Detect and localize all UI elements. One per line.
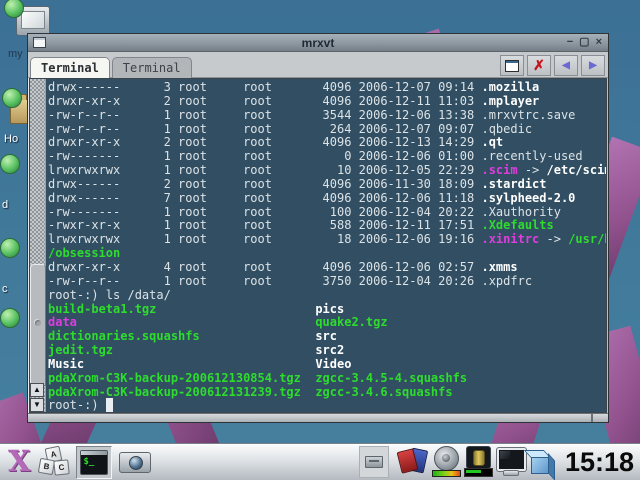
new-tab-button[interactable] bbox=[500, 55, 524, 76]
volume-level-bar bbox=[432, 470, 461, 477]
volume-icon[interactable] bbox=[431, 446, 461, 478]
terminal-line: root-:) bbox=[48, 399, 606, 412]
green-sphere-icon bbox=[2, 88, 22, 108]
new-tab-icon bbox=[505, 60, 519, 72]
tab-terminal-1[interactable]: Terminal bbox=[30, 57, 110, 79]
scrollbar-thumb[interactable] bbox=[30, 264, 46, 386]
screenshot-launcher-icon[interactable] bbox=[119, 452, 151, 473]
scroll-down-button[interactable]: ▼ bbox=[30, 398, 44, 412]
minimize-button[interactable]: − bbox=[567, 37, 573, 48]
tab-terminal-2[interactable]: Terminal bbox=[112, 57, 192, 79]
green-sphere-icon bbox=[0, 154, 20, 174]
terminal-line: /obsession bbox=[48, 247, 606, 261]
monitor-screen-icon bbox=[497, 448, 526, 471]
prev-tab-button[interactable]: ◀ bbox=[554, 55, 578, 76]
close-tab-button[interactable]: ✗ bbox=[527, 55, 551, 76]
memory-cards-icon[interactable] bbox=[397, 447, 427, 477]
terminal-line: root-:) ls /data/ bbox=[48, 289, 606, 303]
terminal-line: -rwxr-xr-x 1 root root 588 2006-12-11 17… bbox=[48, 219, 606, 233]
resize-grip[interactable] bbox=[591, 414, 608, 422]
green-sphere-icon bbox=[0, 238, 20, 258]
green-sphere-icon bbox=[0, 308, 20, 328]
battery-level-bar bbox=[464, 468, 493, 477]
battery-icon[interactable] bbox=[463, 446, 493, 478]
mrxvt-window: mrxvt − ▢ × TerminalTerminal ✗ ◀ ▶ bbox=[27, 33, 609, 423]
scrollbar-dimple bbox=[35, 320, 41, 326]
terminal-line: data quake2.tgz bbox=[48, 316, 606, 330]
next-tab-button[interactable]: ▶ bbox=[581, 55, 605, 76]
window-title: mrxvt bbox=[28, 36, 608, 50]
battery-body-icon bbox=[466, 446, 491, 469]
terminal-line: -rw------- 1 root root 0 2006-12-06 01:0… bbox=[48, 150, 606, 164]
terminal-line: pdaXrom-C3K-backup-200612131239.tgz zgcc… bbox=[48, 386, 606, 400]
window-bottom-border[interactable] bbox=[28, 413, 608, 422]
x11-launcher-icon[interactable]: X bbox=[8, 447, 31, 476]
desktop: myHodc mrxvt − ▢ × TerminalTerminal ✗ ◀ … bbox=[0, 0, 640, 480]
scroll-up-button[interactable]: ▲ bbox=[30, 383, 44, 397]
terminal-line: build-beta1.tgz pics bbox=[48, 303, 606, 317]
terminal-line: drwx------ 3 root root 4096 2006-12-07 0… bbox=[48, 81, 606, 95]
terminal-line: drwx------ 7 root root 4096 2006-12-06 1… bbox=[48, 192, 606, 206]
terminal-line: -rw-r--r-- 1 root root 3544 2006-12-06 1… bbox=[48, 109, 606, 123]
cube-icon bbox=[531, 455, 550, 474]
terminal-line: -rw-r--r-- 1 root root 264 2006-12-07 09… bbox=[48, 123, 606, 137]
terminal-line: lrwxrwxrwx 1 root root 10 2006-12-05 22:… bbox=[48, 164, 606, 178]
taskbar-clock: 15:18 bbox=[565, 447, 634, 477]
package-icon[interactable] bbox=[527, 447, 557, 477]
terminal-cursor bbox=[106, 398, 113, 412]
speaker-icon bbox=[434, 446, 459, 471]
terminal-line: drwxr-xr-x 4 root root 4096 2006-12-06 0… bbox=[48, 261, 606, 275]
terminal-content[interactable]: ▲ ▼ drwx------ 3 root root 4096 2006-12-… bbox=[29, 78, 607, 413]
monitor-stand-icon bbox=[503, 470, 519, 476]
taskbar: X A B C $_ bbox=[0, 443, 640, 480]
maximize-button[interactable]: ▢ bbox=[579, 37, 589, 48]
terminal-line: jedit.tgz src2 bbox=[48, 344, 606, 358]
close-button[interactable]: × bbox=[596, 37, 602, 48]
terminal-icon: $_ bbox=[80, 450, 108, 475]
drive-tray-icon[interactable] bbox=[359, 446, 389, 478]
window-titlebar[interactable]: mrxvt − ▢ × bbox=[28, 34, 608, 52]
display-icon[interactable] bbox=[495, 447, 525, 477]
keyboard-launcher-icon[interactable]: A B C bbox=[38, 447, 70, 477]
terminal-launcher-button[interactable]: $_ bbox=[76, 446, 112, 479]
terminal-line: dictionaries.squashfs src bbox=[48, 330, 606, 344]
terminal-line: pdaXrom-C3K-backup-200612130854.tgz zgcc… bbox=[48, 372, 606, 386]
terminal-line: lrwxrwxrwx 1 root root 18 2006-12-06 19:… bbox=[48, 233, 606, 247]
key-b-icon: B bbox=[37, 458, 54, 475]
terminal-line: drwxr-xr-x 2 root root 4096 2006-12-11 1… bbox=[48, 95, 606, 109]
tab-bar: TerminalTerminal ✗ ◀ ▶ bbox=[28, 52, 608, 78]
key-c-icon: C bbox=[53, 459, 69, 475]
drive-icon bbox=[365, 456, 383, 468]
terminal-line: drwx------ 2 root root 4096 2006-11-30 1… bbox=[48, 178, 606, 192]
terminal-line: -rw-r--r-- 1 root root 3750 2006-12-04 2… bbox=[48, 275, 606, 289]
terminal-line: drwxr-xr-x 2 root root 4096 2006-12-13 1… bbox=[48, 136, 606, 150]
terminal-line: Music Video bbox=[48, 358, 606, 372]
scrollbar[interactable]: ▲ ▼ bbox=[30, 79, 46, 412]
terminal-text[interactable]: drwx------ 3 root root 4096 2006-12-07 0… bbox=[46, 79, 606, 412]
terminal-line: -rw------- 1 root root 100 2006-12-04 20… bbox=[48, 206, 606, 220]
